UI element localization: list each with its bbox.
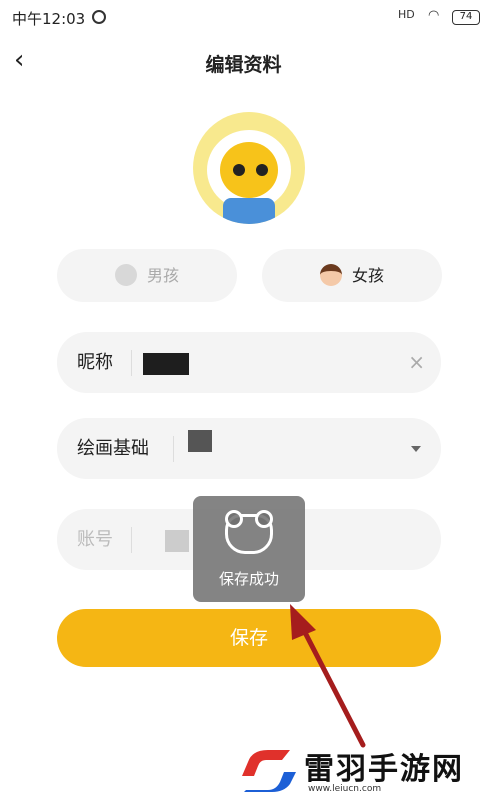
annotation-arrow-icon [290, 604, 366, 748]
watermark-url: www.leiucn.com [308, 784, 382, 794]
watermark: 雷羽手游网 www.leiucn.com [238, 738, 478, 798]
watermark-logo-icon [242, 750, 296, 792]
watermark-name: 雷羽手游网 [304, 752, 464, 787]
